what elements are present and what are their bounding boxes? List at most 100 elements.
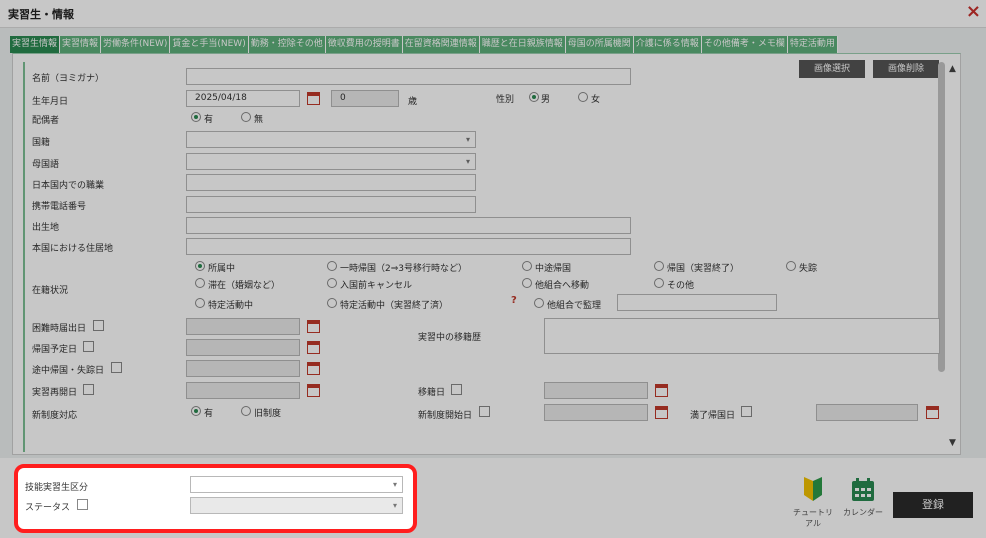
register-button[interactable]: 登録	[893, 492, 973, 518]
status-checkbox[interactable]	[77, 499, 88, 510]
calendar-icon[interactable]	[307, 384, 320, 397]
other-union-input[interactable]	[617, 294, 777, 311]
transfer-date-checkbox[interactable]	[451, 384, 462, 395]
transfer-date-label: 移籍日	[418, 388, 446, 398]
tab-care[interactable]: 介護に係る情報	[633, 36, 702, 53]
tab-wages[interactable]: 賃金と手当(NEW)	[170, 36, 249, 53]
restart-date[interactable]	[186, 382, 300, 399]
status-radio[interactable]	[327, 298, 337, 308]
status-option-label: 滞在（婚姻など）	[208, 281, 281, 291]
tab-training-info[interactable]: 実習情報	[60, 36, 102, 53]
photo-select-button[interactable]: 画像選択	[799, 60, 865, 78]
tab-memo[interactable]: その他備考・メモ欄	[701, 36, 788, 53]
birthplace-label: 出生地	[32, 223, 60, 233]
status-label: 在籍状況	[32, 286, 69, 296]
status-radio[interactable]	[195, 261, 205, 271]
status-radio[interactable]	[534, 298, 544, 308]
status-select[interactable]	[190, 497, 403, 514]
difficulty-date[interactable]	[186, 318, 300, 335]
language-select[interactable]	[186, 153, 476, 170]
transfer-date[interactable]	[544, 382, 648, 399]
kana-input[interactable]	[186, 68, 631, 85]
home-address-input[interactable]	[186, 238, 631, 255]
birthplace-input[interactable]	[186, 217, 631, 234]
tab-labor-conditions[interactable]: 労働条件(NEW)	[101, 36, 171, 53]
tutorial-icon[interactable]	[800, 476, 826, 502]
scroll-up-icon[interactable]: ▲	[949, 64, 956, 74]
calendar-icon[interactable]	[307, 92, 320, 105]
calendar-icon[interactable]	[307, 362, 320, 375]
transfer-history-input[interactable]	[544, 318, 940, 354]
status-option-label: 中途帰国	[535, 264, 572, 274]
status-radio[interactable]	[654, 261, 664, 271]
tab-home-org[interactable]: 母国の所属機関	[565, 36, 634, 53]
gender-female-radio[interactable]	[578, 92, 588, 102]
calendar-icon[interactable]	[926, 406, 939, 419]
status-radio[interactable]	[522, 261, 532, 271]
birth-input[interactable]: 2025/04/18	[186, 90, 300, 107]
skill-class-select[interactable]	[190, 476, 403, 493]
return-checkbox[interactable]	[83, 341, 94, 352]
birth-label: 生年月日	[32, 97, 69, 107]
status-radio[interactable]	[786, 261, 796, 271]
phone-input[interactable]	[186, 196, 476, 213]
scroll-down-icon[interactable]: ▼	[949, 438, 956, 448]
spouse-no-radio[interactable]	[241, 112, 251, 122]
spouse-label: 配偶者	[32, 116, 60, 126]
new-start-date[interactable]	[544, 404, 648, 421]
status-option-label: 他組合へ移動	[535, 281, 590, 291]
calendar-tool-label: カレンダー	[843, 508, 883, 517]
gender-male-radio[interactable]	[529, 92, 539, 102]
tab-trainee-info[interactable]: 実習生情報	[10, 36, 61, 53]
photo-delete-button[interactable]: 画像削除	[873, 60, 939, 78]
calendar-icon[interactable]	[307, 320, 320, 333]
tab-fees[interactable]: 徴収費用の授明書	[325, 36, 403, 53]
status-option-label: 他組合で監理	[547, 301, 602, 311]
tab-career[interactable]: 職歴と在日親族情報	[479, 36, 566, 53]
tab-special[interactable]: 特定活動用	[787, 36, 838, 53]
new-system-label: 新制度対応	[32, 411, 78, 421]
close-icon[interactable]: ×	[966, 1, 981, 22]
age-input: 0	[331, 90, 399, 107]
spouse-yes-radio[interactable]	[191, 112, 201, 122]
gender-female-label: 女	[591, 95, 601, 105]
status-option-label: 入国前キャンセル	[340, 281, 413, 291]
calendar-icon[interactable]	[655, 384, 668, 397]
job-input[interactable]	[186, 174, 476, 191]
status-option-label: 帰国（実習終了）	[667, 264, 740, 274]
restart-checkbox[interactable]	[83, 384, 94, 395]
midway-checkbox[interactable]	[111, 362, 122, 373]
status-radio[interactable]	[522, 278, 532, 288]
language-label: 母国語	[32, 160, 60, 170]
window-title: 実習生・情報	[8, 8, 74, 21]
new-system-old-radio[interactable]	[241, 406, 251, 416]
status-radio[interactable]	[195, 298, 205, 308]
tab-deductions[interactable]: 勤務・控除その他	[248, 36, 326, 53]
home-address-label: 本国における住居地	[32, 244, 114, 254]
midway-label: 途中帰国・失踪日	[32, 366, 105, 376]
tab-residence[interactable]: 在留資格関連情報	[402, 36, 480, 53]
calendar-icon[interactable]	[655, 406, 668, 419]
tab-bar: 実習生情報 実習情報 労働条件(NEW) 賃金と手当(NEW) 勤務・控除その他…	[10, 36, 838, 53]
status-radio[interactable]	[327, 278, 337, 288]
highlight-box: 技能実習生区分 ステータス	[14, 464, 417, 533]
status-radio[interactable]	[327, 261, 337, 271]
new-system-yes-radio[interactable]	[191, 406, 201, 416]
new-start-checkbox[interactable]	[479, 406, 490, 417]
help-icon[interactable]: ?	[511, 295, 517, 306]
difficulty-checkbox[interactable]	[93, 320, 104, 331]
midway-date[interactable]	[186, 360, 300, 377]
calendar-icon[interactable]	[307, 341, 320, 354]
return-date[interactable]	[186, 339, 300, 356]
nationality-select[interactable]	[186, 131, 476, 148]
full-return-date[interactable]	[816, 404, 918, 421]
skill-class-label: 技能実習生区分	[25, 483, 89, 493]
phone-label: 携帯電話番号	[32, 202, 87, 212]
new-start-label: 新制度開始日	[418, 411, 473, 421]
age-unit: 歳	[408, 97, 418, 107]
full-return-checkbox[interactable]	[741, 406, 752, 417]
status-radio[interactable]	[654, 278, 664, 288]
section-rail	[23, 62, 25, 452]
calendar-tool-icon[interactable]	[850, 477, 876, 503]
status-radio[interactable]	[195, 278, 205, 288]
